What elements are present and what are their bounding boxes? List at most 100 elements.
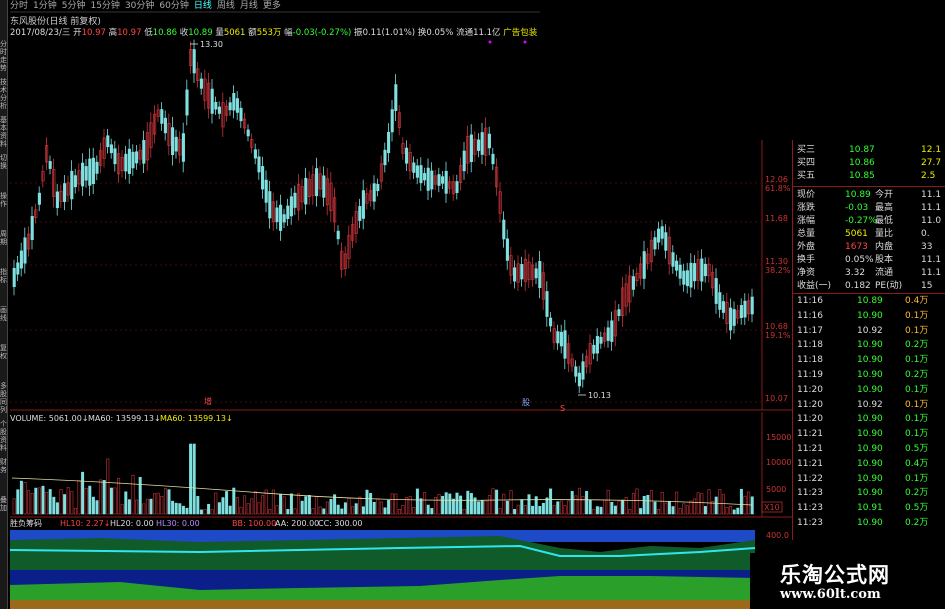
candle-body xyxy=(142,140,146,164)
tick-time: 11:20 xyxy=(797,414,823,425)
stock-chart-window: 12.06 61.8% 11.68 11.30 38.2% 10.68 19.1% 10.07… xyxy=(0,0,945,609)
candle-body xyxy=(235,98,239,113)
candle-body xyxy=(12,267,16,288)
volume-bar xyxy=(397,509,401,515)
volume-ma1-legend: MA60: 13599.13↓ xyxy=(88,414,161,423)
tab-4[interactable]: 30分钟 xyxy=(125,0,154,12)
info-sector-tag[interactable]: 广告包装 xyxy=(503,28,537,38)
sidebar-item-5[interactable]: 周期 xyxy=(0,230,8,264)
candle-body xyxy=(16,262,20,275)
volume-bar xyxy=(423,492,427,515)
info-vol-label: 量 xyxy=(215,28,224,38)
tick-price: 10.90 xyxy=(857,488,883,499)
tick-volume: 0.2万 xyxy=(905,370,929,380)
stat-value: 0.05% xyxy=(845,255,874,265)
candle-body xyxy=(63,183,67,203)
candle-body xyxy=(685,270,689,287)
sidebar-item-6[interactable]: 指标 xyxy=(0,268,8,302)
sidebar-item-11[interactable]: 财务 xyxy=(0,458,8,492)
volume-bar xyxy=(624,497,628,515)
volume-bar xyxy=(639,508,643,515)
volume-bar xyxy=(235,497,239,515)
sidebar-item-9[interactable]: 多股同列 xyxy=(0,382,8,416)
volume-bar xyxy=(603,499,607,515)
tab-1[interactable]: 1分钟 xyxy=(33,0,57,12)
volume-bar xyxy=(59,489,63,515)
volume-bar xyxy=(153,493,157,515)
stat-value: -0.27% xyxy=(845,216,877,226)
volume-bar xyxy=(279,493,283,515)
volume-bar xyxy=(585,491,589,515)
volume-bar xyxy=(635,488,639,515)
tick-price: 10.92 xyxy=(857,325,883,336)
tick-time: 11:21 xyxy=(797,444,823,454)
volume-bar xyxy=(559,500,563,515)
event-marker[interactable]: S xyxy=(560,404,565,413)
tick-price: 10.90 xyxy=(857,444,883,454)
tab-7[interactable]: 周线 xyxy=(217,0,235,12)
candle-body xyxy=(127,148,131,174)
candle-body xyxy=(264,179,268,203)
candle-body xyxy=(534,268,538,279)
sidebar-item-2[interactable]: 基本资料 xyxy=(0,116,8,150)
volume-bar xyxy=(361,506,365,515)
tick-row: 11:20 10.90 0.1万 xyxy=(793,384,945,397)
stat-value: 3.32 xyxy=(845,268,866,278)
sidebar-item-3[interactable]: 切换 xyxy=(0,154,8,188)
tab-9[interactable]: 更多 xyxy=(263,0,281,12)
volume-bar xyxy=(718,489,722,515)
candle-body xyxy=(574,366,578,377)
tab-0[interactable]: 分时 xyxy=(10,0,28,12)
event-marker[interactable]: 股 xyxy=(522,398,530,407)
candle-body xyxy=(491,153,495,165)
sidebar-item-8[interactable]: 复权 xyxy=(0,344,8,378)
stat-label-2: PE(动) xyxy=(875,281,903,291)
candle-body xyxy=(163,117,167,134)
sidebar-item-12[interactable]: 叠加 xyxy=(0,496,8,530)
volume-bar xyxy=(297,493,301,515)
candle-body xyxy=(538,261,542,289)
volume-bar xyxy=(444,492,448,515)
sidebar-item-0[interactable]: 分时走势 xyxy=(0,40,8,74)
volume-bar xyxy=(16,489,20,515)
volume-bar xyxy=(599,506,603,515)
candle-body xyxy=(91,157,95,185)
volume-bar xyxy=(747,491,751,515)
volume-bar xyxy=(95,500,99,515)
sidebar-item-7[interactable]: 画线 xyxy=(0,306,8,340)
tab-5[interactable]: 60分钟 xyxy=(159,0,188,12)
volume-bar xyxy=(437,494,441,515)
tab-6[interactable]: 日线 xyxy=(194,0,212,12)
volume-bar xyxy=(491,488,495,515)
candle-body xyxy=(246,129,250,137)
candle-body xyxy=(502,219,506,240)
tab-8[interactable]: 月线 xyxy=(240,0,258,12)
price-tick-label: 11.68 xyxy=(765,214,788,223)
event-marker[interactable]: 增 xyxy=(204,396,212,406)
tab-2[interactable]: 5分钟 xyxy=(62,0,86,12)
candle-body xyxy=(430,170,434,190)
tick-time: 11:21 xyxy=(797,429,823,440)
info-date: 2017/08/23/三 xyxy=(10,28,71,38)
volume-bar xyxy=(646,494,650,515)
volume-bar xyxy=(66,487,70,515)
candle-body xyxy=(268,191,272,219)
candle-body xyxy=(750,296,754,315)
volume-tick-label: 15000 xyxy=(766,433,791,442)
sidebar-item-4[interactable]: 操作 xyxy=(0,192,8,226)
tab-3[interactable]: 15分钟 xyxy=(90,0,119,12)
sidebar-item-1[interactable]: 技术分析 xyxy=(0,78,8,112)
volume-bar xyxy=(581,496,585,515)
sidebar-item-10[interactable]: 个股资料 xyxy=(0,420,8,454)
volume-bar xyxy=(117,477,121,515)
stat-value-2: 11.1 xyxy=(921,268,942,278)
volume-bar xyxy=(466,490,470,515)
volume-bar xyxy=(300,500,304,515)
candle-body xyxy=(304,177,308,205)
tick-volume: 0.4万 xyxy=(905,296,929,306)
candle-body xyxy=(480,132,484,155)
bid-row: 买三 10.87 12.1 xyxy=(793,144,945,157)
stat-label: 涨跌 xyxy=(797,203,816,213)
candle-body xyxy=(441,176,445,184)
volume-ma2-legend: MA60: 13599.13↓ xyxy=(160,414,233,423)
